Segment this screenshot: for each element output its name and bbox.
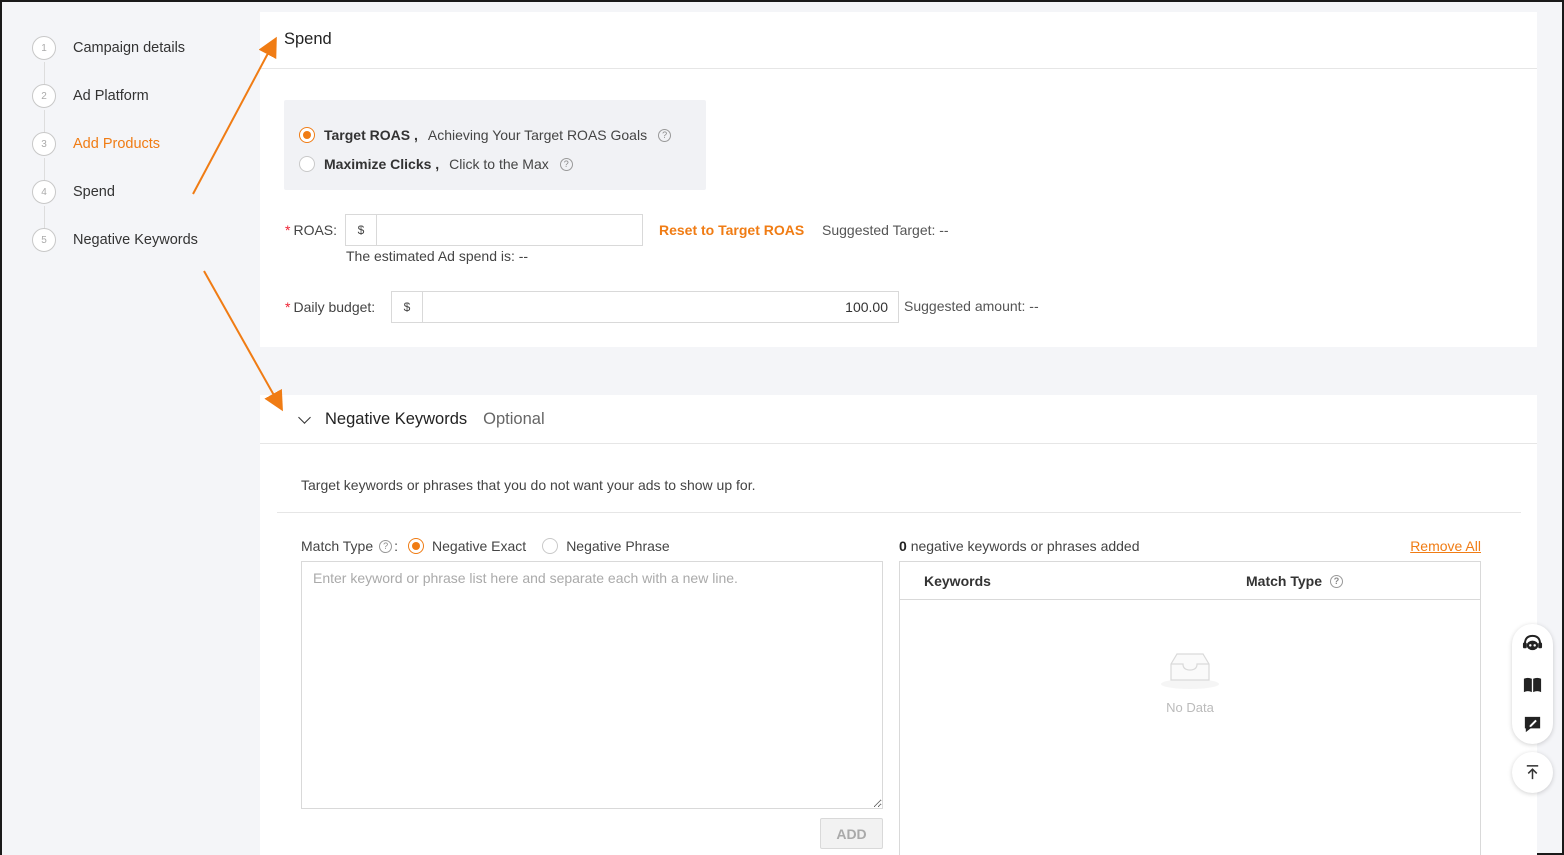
section-title: Negative Keywords xyxy=(325,410,468,428)
match-type-label: Match Type xyxy=(301,538,374,554)
option-description: Achieving Your Target ROAS Goals xyxy=(427,127,648,143)
divider xyxy=(260,443,1537,444)
daily-budget-label-text: Daily budget xyxy=(293,299,372,315)
robot-assistant-icon[interactable] xyxy=(1522,633,1543,654)
help-icon[interactable]: ? xyxy=(658,128,672,142)
step-ad-platform[interactable]: 2 Ad Platform xyxy=(32,84,149,108)
negative-keywords-section: Negative Keywords Optional Target keywor… xyxy=(260,395,1537,855)
option-description: Click to the Max xyxy=(449,156,549,172)
suggested-target: Suggested Target: -- xyxy=(822,222,949,238)
count-number: 0 xyxy=(899,538,907,554)
estimated-spend: The estimated Ad spend is: -- xyxy=(346,248,529,264)
step-connector xyxy=(44,206,45,230)
spend-section: Spend Target ROAS , Achieving Your Targe… xyxy=(260,12,1537,347)
remove-all-link[interactable]: Remove All xyxy=(1410,538,1481,554)
step-connector xyxy=(44,158,45,182)
radio-unchecked[interactable] xyxy=(299,156,315,172)
daily-budget-input-group: $ xyxy=(391,291,899,323)
maximize-clicks-option[interactable]: Maximize Clicks , Click to the Max ? xyxy=(299,154,573,174)
bid-strategy-group: Target ROAS , Achieving Your Target ROAS… xyxy=(284,100,706,190)
empty-inbox-icon xyxy=(1161,653,1219,689)
step-number: 4 xyxy=(32,180,56,204)
currency-prefix: $ xyxy=(392,292,423,322)
optional-tag: Optional xyxy=(483,410,545,428)
keyword-count: 0 negative keywords or phrases added xyxy=(899,538,1140,554)
radio-checked[interactable] xyxy=(299,127,315,143)
feedback-icon[interactable] xyxy=(1522,714,1543,735)
step-number: 2 xyxy=(32,84,56,108)
match-type-row: Match Type ? : Negative Exact Negative P… xyxy=(301,538,686,554)
column-match-type: Match Type ? xyxy=(1246,573,1343,589)
step-spend[interactable]: 4 Spend xyxy=(32,180,115,204)
label-colon: : xyxy=(333,222,338,238)
label-colon: : xyxy=(371,299,376,315)
option-title: Target ROAS , xyxy=(324,127,418,143)
negative-keywords-header[interactable]: Negative Keywords Optional xyxy=(298,410,545,429)
negative-phrase-label[interactable]: Negative Phrase xyxy=(566,538,670,554)
step-connector xyxy=(44,110,45,134)
daily-budget-input[interactable] xyxy=(423,292,898,322)
step-connector xyxy=(44,62,45,86)
step-add-products[interactable]: 3 Add Products xyxy=(32,132,160,156)
reset-target-roas-link[interactable]: Reset to Target ROAS xyxy=(659,222,804,238)
roas-label-text: ROAS xyxy=(293,222,334,238)
chevron-down-icon[interactable] xyxy=(298,410,311,424)
column-match-type-label: Match Type xyxy=(1246,573,1322,589)
step-label: Negative Keywords xyxy=(73,232,198,248)
negative-exact-label[interactable]: Negative Exact xyxy=(432,538,526,554)
floating-toolbar xyxy=(1512,624,1553,744)
help-icon[interactable]: ? xyxy=(379,539,393,553)
step-campaign-details[interactable]: 1 Campaign details xyxy=(32,36,185,60)
label-colon: : xyxy=(394,538,399,554)
negative-exact-radio[interactable] xyxy=(408,538,425,554)
currency-prefix: $ xyxy=(346,215,377,245)
keywords-table: Keywords Match Type ? No Data xyxy=(899,561,1481,855)
divider xyxy=(277,512,1521,513)
table-header: Keywords Match Type ? xyxy=(900,562,1480,600)
step-label: Ad Platform xyxy=(73,88,149,104)
roas-input-group: $ xyxy=(345,214,643,246)
back-to-top-button[interactable] xyxy=(1512,752,1553,793)
roas-input[interactable] xyxy=(377,215,642,245)
help-icon[interactable]: ? xyxy=(1329,574,1343,588)
help-icon[interactable]: ? xyxy=(559,157,573,171)
column-keywords: Keywords xyxy=(924,573,991,589)
step-negative-keywords[interactable]: 5 Negative Keywords xyxy=(32,228,198,252)
keyword-textarea[interactable] xyxy=(301,561,883,809)
daily-budget-label: * Daily budget: xyxy=(285,299,375,315)
divider xyxy=(260,68,1537,69)
section-title: Spend xyxy=(284,30,332,48)
option-title: Maximize Clicks , xyxy=(324,156,440,172)
step-number: 1 xyxy=(32,36,56,60)
empty-state-text: No Data xyxy=(1166,700,1214,715)
target-roas-option[interactable]: Target ROAS , Achieving Your Target ROAS… xyxy=(299,125,672,145)
step-number: 5 xyxy=(32,228,56,252)
count-suffix: negative keywords or phrases added xyxy=(910,538,1140,554)
roas-label: * ROAS: xyxy=(285,222,337,238)
step-number: 3 xyxy=(32,132,56,156)
steps-sidebar: 1 Campaign details 2 Ad Platform 3 Add P… xyxy=(2,2,260,855)
step-label: Campaign details xyxy=(73,40,186,56)
required-mark: * xyxy=(285,222,291,238)
negative-phrase-radio[interactable] xyxy=(542,538,559,554)
add-button[interactable]: ADD xyxy=(820,818,883,849)
step-label: Add Products xyxy=(73,136,161,152)
back-to-top-icon xyxy=(1526,765,1539,780)
section-description: Target keywords or phrases that you do n… xyxy=(301,477,756,493)
suggested-amount: Suggested amount: -- xyxy=(904,298,1039,314)
book-icon[interactable] xyxy=(1522,674,1543,695)
required-mark: * xyxy=(285,299,291,315)
step-label: Spend xyxy=(73,184,115,200)
